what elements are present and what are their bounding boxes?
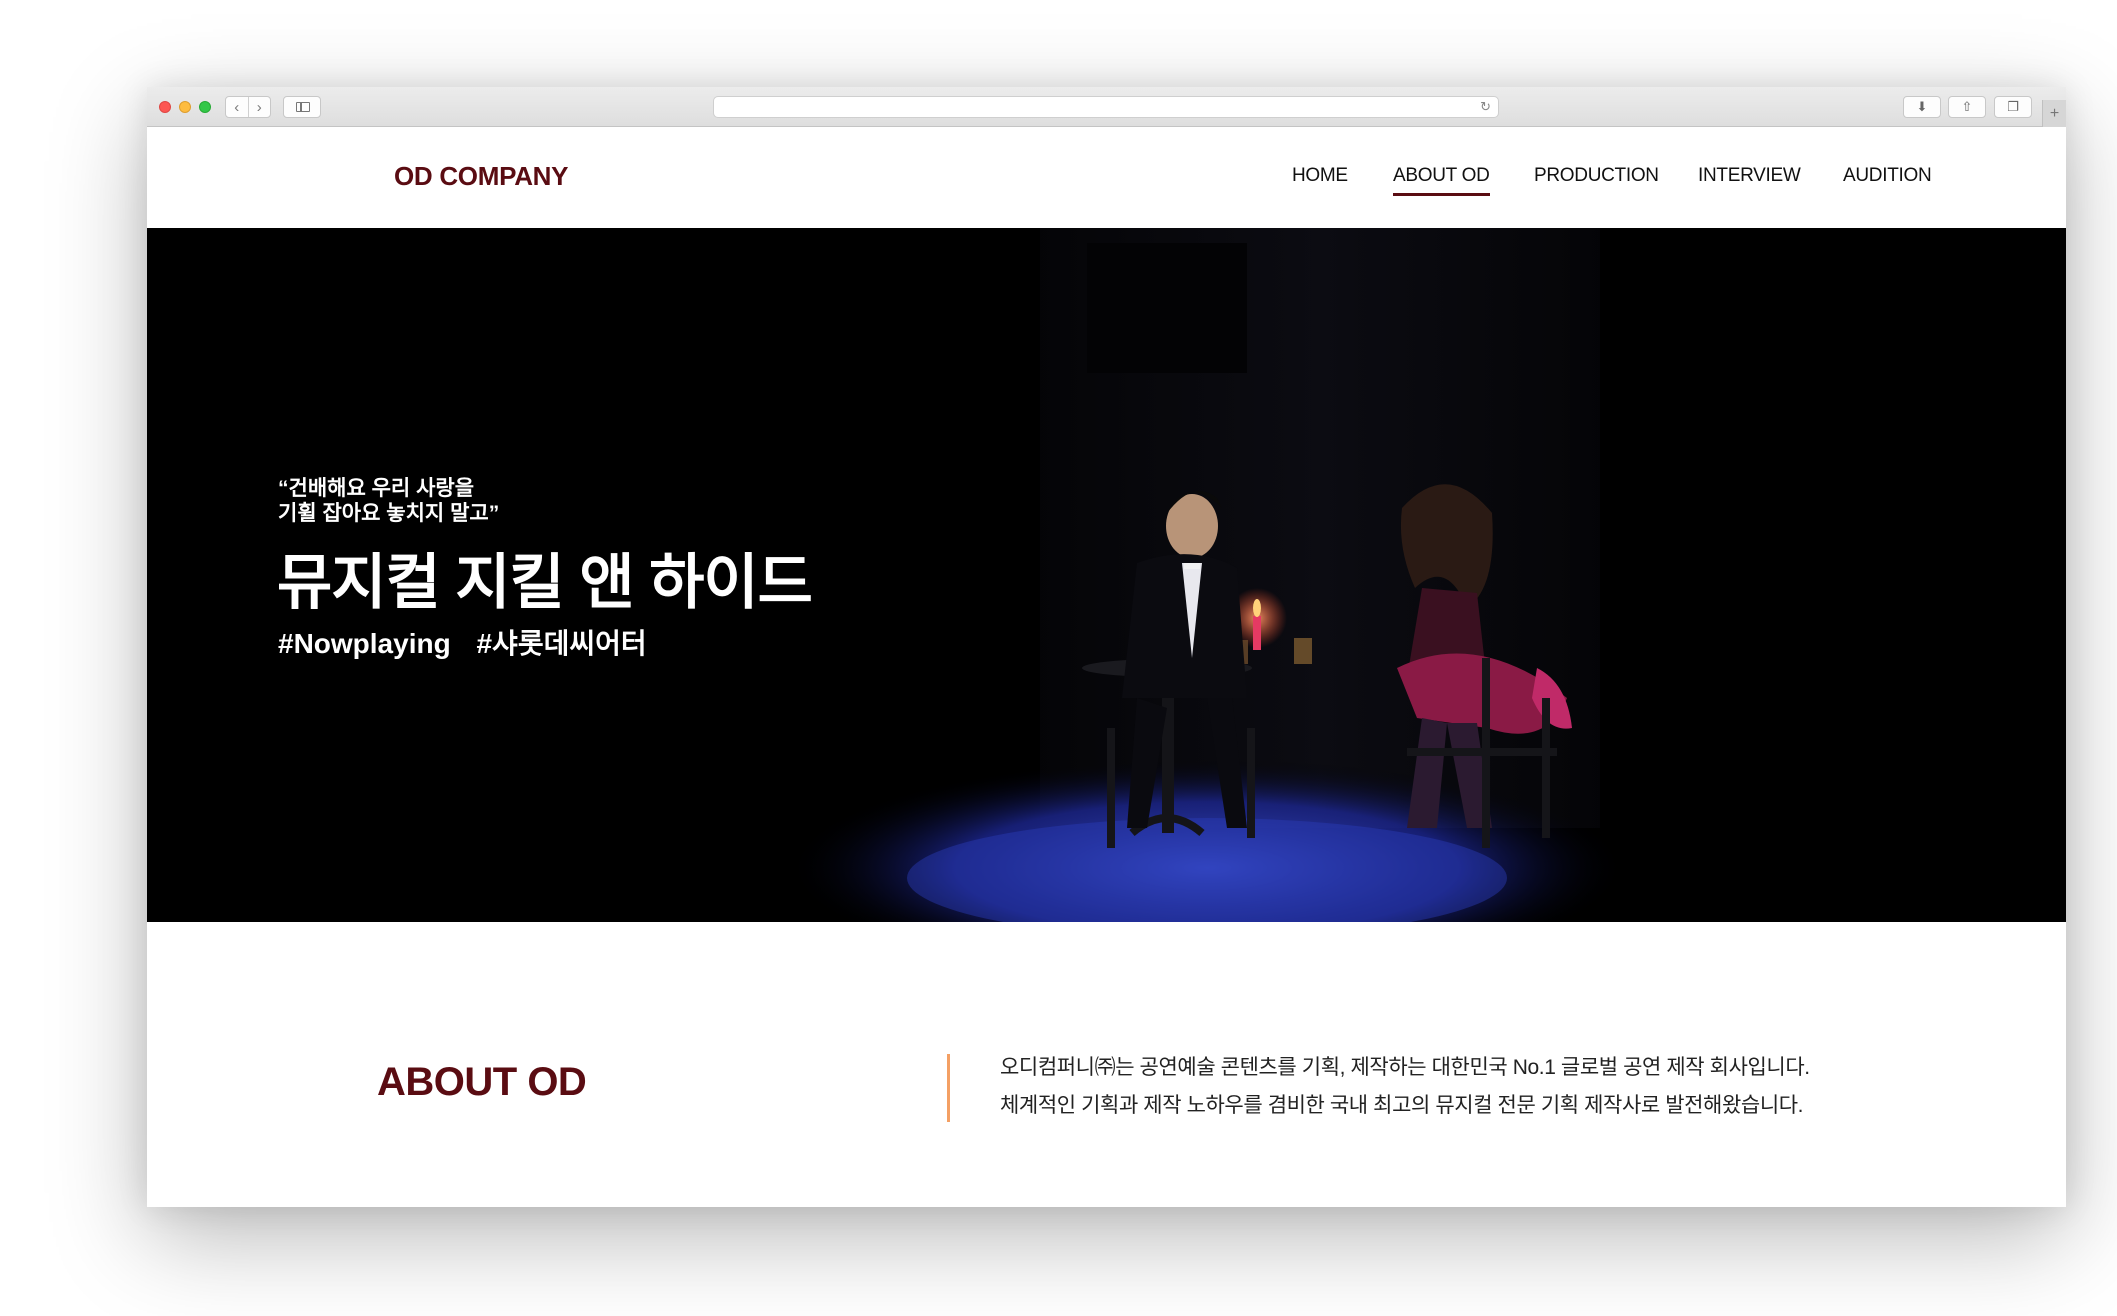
sidebar-icon [296,102,310,112]
nav-audition[interactable]: AUDITION [1843,165,1932,187]
about-title: ABOUT OD [377,1060,587,1104]
about-divider [947,1054,950,1122]
hero-hashtags: #Nowplaying #샤롯데씨어터 [278,622,665,662]
share-icon: ⇧ [1961,99,1973,114]
site-header: OD COMPANY HOME ABOUT OD PRODUCTION INTE… [147,127,2066,228]
about-description: 오디컴퍼니㈜는 공연예술 콘텐츠를 기획, 제작하는 대한민국 No.1 글로벌… [1000,1049,1810,1125]
browser-window: ‹ › ↻ ⬇ ⇧ ❐ + OD COMPANY HOME ABOUT OD P… [147,87,2066,1207]
address-bar[interactable]: ↻ [713,96,1499,118]
about-line-2: 체계적인 기획과 제작 노하우를 겸비한 국내 최고의 뮤지컬 전문 기획 제작… [1000,1094,1804,1117]
share-button[interactable]: ⇧ [1948,96,1986,118]
about-section: ABOUT OD 오디컴퍼니㈜는 공연예술 콘텐츠를 기획, 제작하는 대한민국… [147,922,2066,1207]
zoom-window-button[interactable] [199,101,211,113]
reload-icon[interactable]: ↻ [1480,99,1491,115]
downloads-button[interactable]: ⬇ [1903,96,1941,118]
minimize-window-button[interactable] [179,101,191,113]
new-tab-button[interactable]: + [2042,100,2066,127]
hashtag-nowplaying[interactable]: #Nowplaying [278,628,451,659]
tab-overview-button[interactable]: ❐ [1994,96,2032,118]
back-icon[interactable]: ‹ [226,97,249,117]
hero-quote: “건배해요 우리 사랑을 기휠 잡아요 놓치지 말고” [278,477,500,525]
site-logo[interactable]: OD COMPANY [394,161,569,192]
close-window-button[interactable] [159,101,171,113]
web-page: OD COMPANY HOME ABOUT OD PRODUCTION INTE… [147,127,2066,1207]
browser-toolbar: ‹ › ↻ ⬇ ⇧ ❐ + [147,87,2066,127]
hero-banner: “건배해요 우리 사랑을 기휠 잡아요 놓치지 말고” 뮤지컬 지킬 앤 하이드… [147,228,2066,922]
tabs-icon: ❐ [2007,99,2019,114]
hashtag-venue[interactable]: #샤롯데씨어터 [476,628,646,659]
nav-interview[interactable]: INTERVIEW [1698,165,1801,187]
forward-icon[interactable]: › [249,97,271,117]
download-icon: ⬇ [1916,99,1928,114]
nav-production[interactable]: PRODUCTION [1534,165,1659,187]
nav-home[interactable]: HOME [1292,165,1348,187]
sidebar-toggle-button[interactable] [283,96,321,118]
history-nav: ‹ › [225,96,271,118]
hero-title: 뮤지컬 지킬 앤 하이드 [277,549,813,616]
nav-about-od[interactable]: ABOUT OD [1393,165,1490,196]
about-line-1: 오디컴퍼니㈜는 공연예술 콘텐츠를 기획, 제작하는 대한민국 No.1 글로벌… [1000,1056,1810,1079]
plus-icon: + [2049,104,2060,122]
